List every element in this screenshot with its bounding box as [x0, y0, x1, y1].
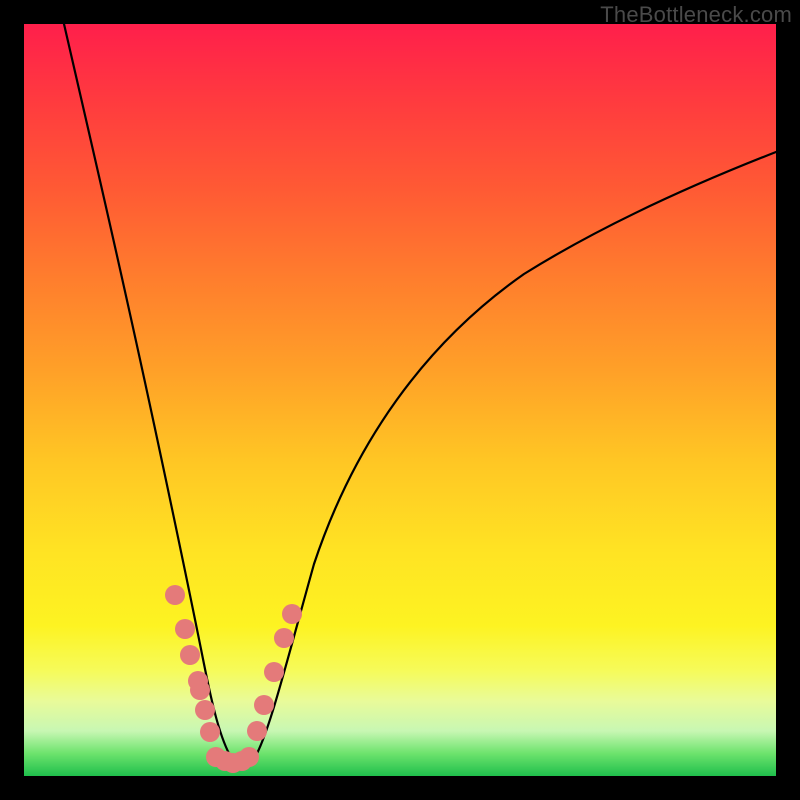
data-point [282, 604, 302, 624]
data-point [239, 747, 259, 767]
data-point [254, 695, 274, 715]
data-point [247, 721, 267, 741]
data-point [195, 700, 215, 720]
data-point [175, 619, 195, 639]
data-point [264, 662, 284, 682]
plot-area [24, 24, 776, 776]
watermark-text: TheBottleneck.com [600, 2, 792, 28]
data-point [165, 585, 185, 605]
chart-frame: TheBottleneck.com [0, 0, 800, 800]
chart-svg [24, 24, 776, 776]
data-point [180, 645, 200, 665]
data-point [274, 628, 294, 648]
data-point [200, 722, 220, 742]
data-point [190, 680, 210, 700]
bottleneck-curve [64, 24, 776, 765]
